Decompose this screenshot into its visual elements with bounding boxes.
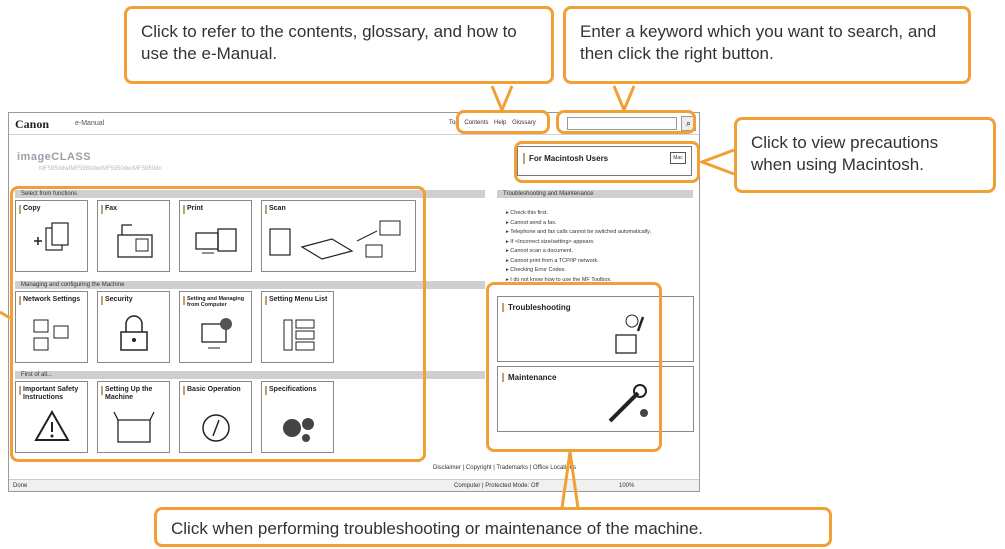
callout-connectors [0,85,735,509]
screenshot-stage: Click to refer to the contents, glossary… [0,0,1005,549]
